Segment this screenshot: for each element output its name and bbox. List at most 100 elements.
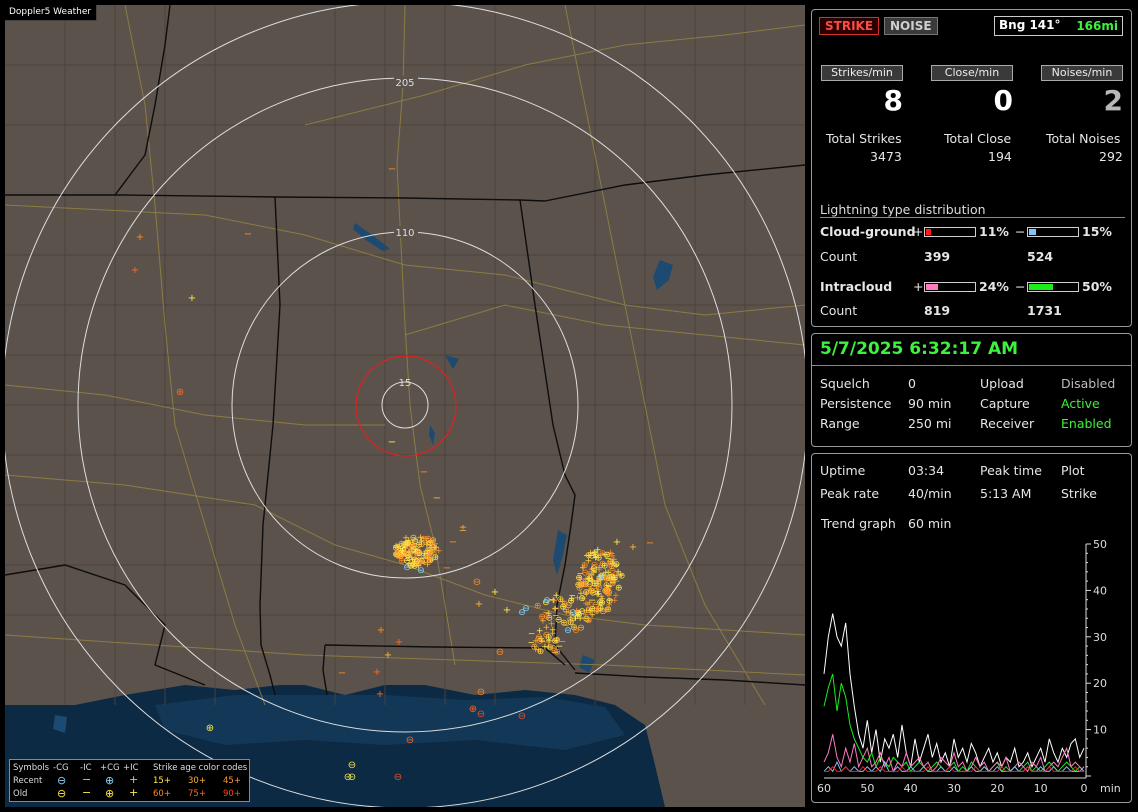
y-tick-label: 30 <box>1093 631 1107 644</box>
ring-label-110: 110 <box>395 228 414 239</box>
cg-plus-sign: + <box>913 224 924 239</box>
strike-marker: + <box>412 545 420 555</box>
strike-marker: ⊖ <box>477 709 485 720</box>
cg-negative-bar <box>1027 227 1079 237</box>
lake <box>653 260 673 290</box>
strike-marker: + <box>395 637 403 648</box>
old-ic-pos-icon: + <box>129 786 139 799</box>
strike-marker: + <box>475 599 483 610</box>
strike-marker: + <box>603 606 611 616</box>
legend-ic-pos: +IC <box>123 763 139 773</box>
capture-label: Capture <box>980 396 1030 411</box>
strike-marker: ± <box>459 523 467 534</box>
age-old-1: 60+ <box>153 789 171 799</box>
cg-positive-count: 399 <box>924 249 951 264</box>
strike-marker: ⊕ <box>176 387 184 398</box>
trend-chart: 50 40 30 20 10 60 50 40 30 20 10 0 min <box>817 538 1121 795</box>
ic-positive-bar <box>924 282 976 292</box>
old-ic-neg-icon: − <box>82 786 92 799</box>
total-noises-label: Total Noises <box>1046 131 1121 146</box>
noise-mode-button[interactable]: NOISE <box>884 17 938 35</box>
strike-marker: ⊖ <box>585 606 593 616</box>
strike-marker: ⊕ <box>206 723 214 734</box>
strike-marker: − <box>449 537 457 548</box>
strike-marker: ⊖ <box>403 563 411 573</box>
lake <box>445 355 459 369</box>
total-noises-value: 292 <box>1099 149 1123 164</box>
county-lines <box>5 5 805 705</box>
age-recent-3: 45+ <box>223 776 241 786</box>
y-tick-label: 20 <box>1093 677 1107 690</box>
strike-marker: ⊕ <box>534 602 542 612</box>
persistence-value: 90 min <box>908 396 952 411</box>
strike-marker: − <box>598 550 606 560</box>
lake <box>429 425 435 445</box>
strike-marker: ⊖ <box>473 577 481 588</box>
ic-count-label: Count <box>820 303 858 318</box>
strike-marker: ⊖ <box>543 596 551 606</box>
strike-marker: − <box>388 164 396 175</box>
current-datetime: 5/7/2025 6:32:17 AM <box>820 339 1019 359</box>
close-per-min-value: 0 <box>993 84 1013 117</box>
strikes-per-min-value: 8 <box>883 84 903 117</box>
legend-age-title: Strike age color codes <box>153 763 248 773</box>
persistence-label: Persistence <box>820 396 892 411</box>
age-old-2: 75+ <box>188 789 206 799</box>
strike-marker: ⊖ <box>394 772 402 783</box>
intracloud-label: Intracloud <box>820 279 893 294</box>
x-tick-label: 60 <box>817 782 831 795</box>
ic-negative-percent: 50% <box>1082 279 1112 294</box>
ic-positive-percent: 24% <box>979 279 1009 294</box>
old-cg-neg-icon: ⊖ <box>57 787 67 800</box>
close-per-min-header[interactable]: Close/min <box>931 65 1013 81</box>
noises-per-min-header[interactable]: Noises/min <box>1041 65 1123 81</box>
recent-ic-pos-icon: + <box>129 773 139 786</box>
strike-marker: ⊖ <box>564 626 572 636</box>
x-tick-label: 30 <box>947 782 961 795</box>
strike-marker: ⊖ <box>572 626 580 636</box>
strike-marker: + <box>423 538 431 548</box>
bearing-readout: Bng 141° 166mi <box>994 16 1123 36</box>
strike-marker: ⊕ <box>603 586 611 596</box>
strike-marker: − <box>528 638 536 648</box>
strike-marker: ⊖ <box>406 735 414 746</box>
lake <box>353 223 390 251</box>
total-strikes-label: Total Strikes <box>826 131 902 146</box>
legend-recent-label: Recent <box>13 776 43 786</box>
map-canvas: 205 110 15 +⊕+ +⊖⊕ ++++⊕+−⊕ −⊖⊖ ⊕⊕−⊖+⊖⊕⊖+++⊕… <box>5 5 805 807</box>
symbol-legend: Symbols -CG -IC +CG +IC Strike age color… <box>9 759 250 802</box>
strike-marker: − <box>443 563 451 574</box>
strike-marker: + <box>376 689 384 700</box>
squelch-label: Squelch <box>820 376 870 391</box>
strikes-per-min-header[interactable]: Strikes/min <box>821 65 903 81</box>
legend-ic-neg: -IC <box>80 763 92 773</box>
ic-negative-bar <box>1027 282 1079 292</box>
strike-marker: + <box>613 537 621 548</box>
old-cg-pos-icon: ⊕ <box>105 787 115 800</box>
x-tick-label: 50 <box>860 782 874 795</box>
capture-value: Active <box>1061 396 1100 411</box>
strike-marker: ⊖ <box>518 711 526 722</box>
strike-marker: − <box>388 437 396 448</box>
strike-marker: − <box>338 668 346 679</box>
ic-minus-sign: − <box>1015 279 1026 294</box>
strike-marker: ⊕ <box>545 633 553 643</box>
lightning-map[interactable]: 205 110 15 + ⊕ + + ⊖ ⊕ + + + + ⊕ + − ⊕ − ⊖ ⊖ ⊕ ⊕ − ⊖ + ⊖ ⊕ ⊖ + + + ⊕… <box>5 5 805 807</box>
strike-marker: + <box>429 548 437 558</box>
x-tick-label: 0 <box>1081 782 1088 795</box>
strike-marker: ⊖ <box>597 572 605 582</box>
strike-marker: + <box>131 265 139 276</box>
cg-minus-sign: − <box>1015 224 1026 239</box>
noises-per-min-value: 2 <box>1103 84 1123 117</box>
strike-marker: + <box>377 625 385 636</box>
strike-mode-button[interactable]: STRIKE <box>819 17 880 35</box>
strike-marker: ⊝ <box>348 772 356 783</box>
gulf-shelf <box>155 695 625 750</box>
age-recent-2: 30+ <box>188 776 206 786</box>
strike-marker: + <box>552 605 560 615</box>
total-close-value: 194 <box>988 149 1012 164</box>
x-tick-label: 10 <box>1034 782 1048 795</box>
strike-marker: ⊕ <box>404 539 412 549</box>
strike-marker: + <box>491 587 499 598</box>
trend-panel: Uptime 03:34 Peak time Plot Peak rate 40… <box>811 453 1132 803</box>
